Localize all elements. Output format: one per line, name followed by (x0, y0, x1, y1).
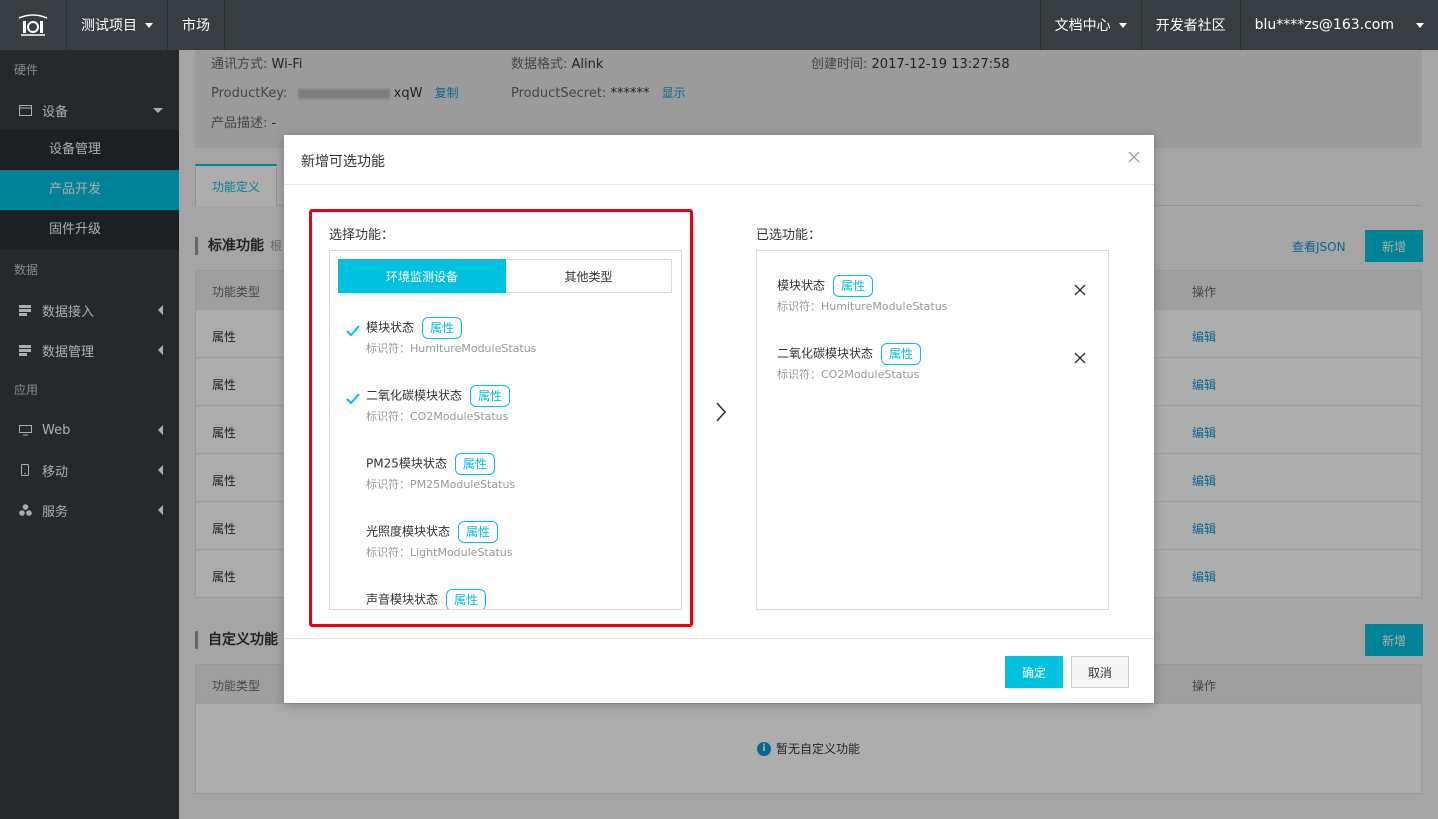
chevron-down-icon (1118, 22, 1127, 28)
selected-identifier: 标识符：CO2ModuleStatus (777, 368, 920, 381)
attribute-tag: 属性 (881, 343, 922, 365)
attribute-tag: 属性 (833, 275, 874, 297)
list-item: 二氧化碳模块状态 属性 标识符：CO2ModuleStatus (757, 337, 1109, 397)
project-label: 测试项目 (81, 18, 137, 34)
top-bar: 测试项目 市场 文档中心 开发者社区 blu****zs@163.com (0, 0, 1438, 50)
market-link[interactable]: 市场 (168, 0, 225, 50)
add-function-modal: 新增可选功能 选择功能： 已选功能： 环境监测设备 其他类型 模块状态 属性 标识… (284, 135, 1154, 703)
community-label: 开发者社区 (1155, 18, 1226, 34)
selected-name: 模块状态 属性 (777, 275, 874, 297)
iot-logo[interactable] (0, 0, 67, 50)
selected-label-text: 二氧化碳模块状态 (777, 346, 874, 361)
modal-footer: 确定 取消 (284, 638, 1154, 703)
selected-label: 已选功能： (756, 228, 822, 243)
chevron-down-icon (145, 22, 153, 28)
project-dropdown[interactable]: 测试项目 (67, 0, 168, 50)
logo-icon (18, 14, 48, 36)
selected-functions-list: 模块状态 属性 标识符：HumitureModuleStatus 二氧化碳模块状态… (756, 250, 1109, 610)
remove-icon[interactable] (1073, 351, 1087, 365)
selected-label-text: 模块状态 (777, 278, 826, 293)
chevron-right-icon[interactable] (714, 401, 728, 423)
remove-icon[interactable] (1073, 283, 1087, 297)
market-label: 市场 (182, 18, 210, 34)
close-icon[interactable] (1126, 149, 1142, 165)
confirm-button[interactable]: 确定 (1005, 656, 1063, 688)
list-item: 模块状态 属性 标识符：HumitureModuleStatus (757, 269, 1109, 329)
selected-identifier: 标识符：HumitureModuleStatus (777, 300, 948, 313)
modal-header: 新增可选功能 (284, 135, 1154, 185)
user-menu[interactable]: blu****zs@163.com (1241, 0, 1438, 50)
selected-name: 二氧化碳模块状态 属性 (777, 343, 922, 365)
community-link[interactable]: 开发者社区 (1142, 0, 1241, 50)
cancel-button[interactable]: 取消 (1071, 656, 1129, 688)
user-email: blu****zs@163.com (1254, 17, 1394, 33)
highlight-annotation (309, 209, 693, 627)
modal-title: 新增可选功能 (301, 154, 385, 170)
docs-dropdown[interactable]: 文档中心 (1039, 0, 1142, 50)
docs-label: 文档中心 (1054, 18, 1111, 34)
chevron-down-icon (1416, 22, 1424, 28)
